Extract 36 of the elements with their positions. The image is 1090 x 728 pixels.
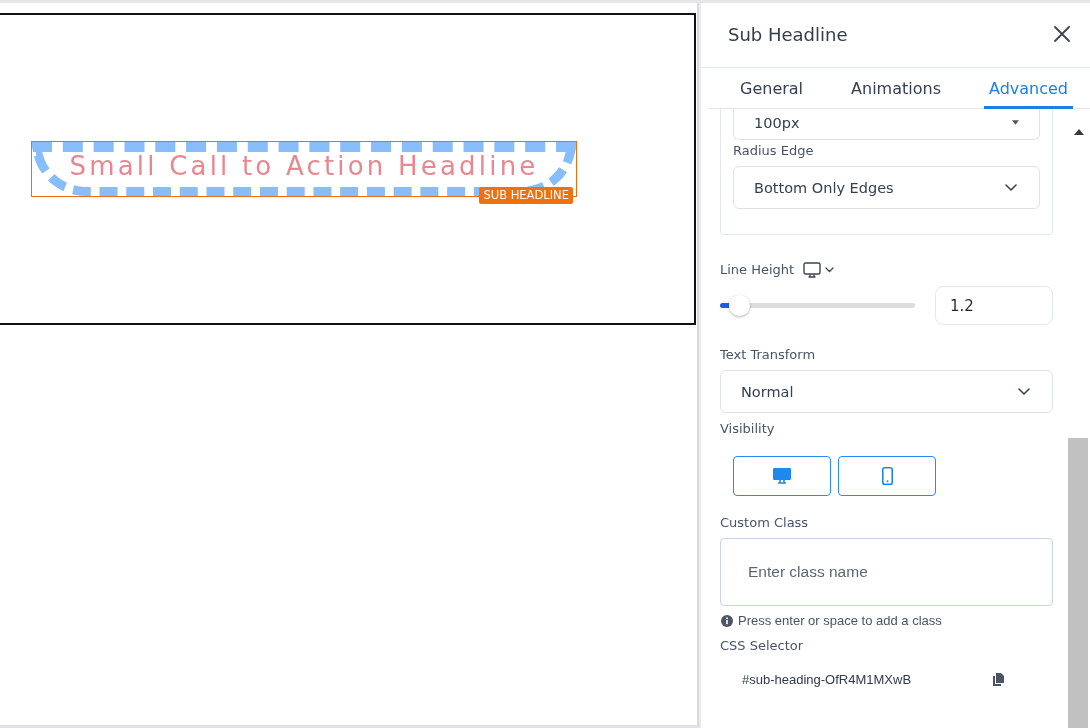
radius-edge-select[interactable]: Bottom Only Edges xyxy=(733,166,1040,209)
line-height-input[interactable]: 1.2 xyxy=(935,286,1053,325)
copy-button[interactable] xyxy=(993,673,1004,686)
slider-handle[interactable] xyxy=(729,295,750,316)
field-label: Visibility xyxy=(720,421,775,437)
desktop-visibility-toggle[interactable] xyxy=(733,456,831,496)
close-icon xyxy=(1054,26,1070,42)
desktop-icon xyxy=(773,468,791,484)
scroll-up-arrow-icon[interactable] xyxy=(1074,129,1084,135)
scrollbar-thumb[interactable] xyxy=(1068,438,1088,728)
monitor-icon xyxy=(803,262,822,278)
tab[interactable]: Animations xyxy=(846,68,946,109)
copy-icon xyxy=(993,673,1004,686)
field-label: Radius Edge xyxy=(733,143,814,159)
tab[interactable]: General xyxy=(735,68,809,109)
mobile-visibility-toggle[interactable] xyxy=(838,456,936,496)
field-label: Custom Class xyxy=(720,515,809,531)
class-name-input[interactable]: Enter class name xyxy=(720,538,1053,606)
element-type-badge: SUB HEADLINE xyxy=(479,187,573,204)
radius-select[interactable]: 100px xyxy=(733,109,1040,140)
hint-text: Press enter or space to add a class xyxy=(738,613,942,628)
chevron-down-icon xyxy=(1005,184,1017,191)
caret-icon xyxy=(1012,120,1019,125)
text-transform-select[interactable]: Normal xyxy=(720,370,1053,413)
field-label: Text Transform xyxy=(720,347,816,363)
field-label: CSS Selector xyxy=(720,638,804,654)
close-button[interactable] xyxy=(1054,26,1070,42)
panel-title: Sub Headline xyxy=(728,23,848,45)
field-label: Line Height xyxy=(720,262,795,278)
mobile-phone-icon xyxy=(881,467,893,485)
css-selector-text: #sub-heading-OfR4M1MXwB xyxy=(742,671,913,688)
device-dropdown[interactable] xyxy=(803,262,835,278)
tab[interactable]: Advanced xyxy=(983,68,1073,109)
info-icon xyxy=(721,614,733,627)
chevron-down-icon xyxy=(825,267,835,273)
chevron-down-icon xyxy=(1018,388,1030,395)
